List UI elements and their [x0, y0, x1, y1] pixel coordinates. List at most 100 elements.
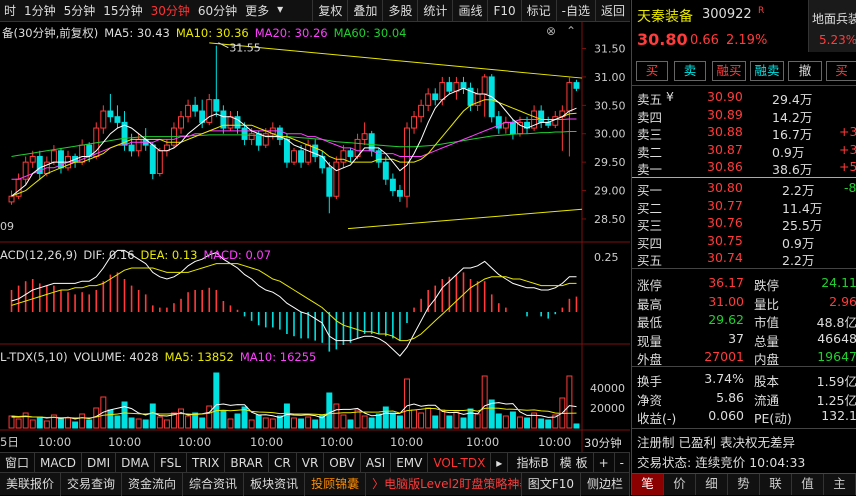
panel-tab-4[interactable]: 联 — [760, 474, 792, 495]
panel-tab-6[interactable]: 主 — [824, 474, 856, 495]
chart-close-icon[interactable]: ⊗ — [546, 24, 556, 38]
more-dropdown-icon[interactable]: ▾ — [273, 2, 287, 19]
period-5[interactable]: 60分钟 — [194, 2, 241, 19]
indicator-tab-7[interactable]: CR — [269, 452, 297, 473]
trade-button-1[interactable]: 卖 — [674, 61, 706, 81]
candle-body — [432, 93, 439, 101]
period-3[interactable]: 15分钟 — [99, 2, 146, 19]
period-4[interactable]: 30分钟 — [147, 2, 194, 19]
toolbar-button-7[interactable]: -自选 — [555, 0, 595, 22]
indicator-tab-8[interactable]: VR — [297, 452, 325, 473]
indicator-tab-11[interactable]: EMV — [391, 452, 429, 473]
peer-sector-box[interactable]: 地面兵装 5.23% — [808, 0, 856, 52]
candle-body — [241, 127, 248, 140]
bid-volume: 0.9万 — [782, 235, 815, 251]
bottom-link-4[interactable]: 板块资讯 — [244, 472, 306, 496]
toolbar-button-1[interactable]: 叠加 — [347, 0, 382, 22]
ask-row-5[interactable]: 卖五 ¥30.90 29.4万 — [632, 89, 856, 107]
kline-chart-area[interactable]: 31.50 31.00 30.50 30.00 29.50 29.00 28.50 31.55… — [0, 22, 630, 452]
indicator-tab-9[interactable]: OBV — [324, 452, 361, 473]
bottom-right-1[interactable]: 侧边栏 — [581, 472, 630, 496]
indicator-tab-1[interactable]: MACD — [35, 452, 82, 473]
ticker-label: 电脑版Level2盯盘策略神器 — [384, 476, 522, 491]
period-0[interactable]: 时 — [0, 2, 20, 19]
panel-tab-0[interactable]: 笔 — [632, 474, 664, 495]
ask-volume: 14.2万 — [772, 109, 813, 125]
left-price-label: 09 — [0, 220, 14, 233]
chart-tools: 复权 叠加 多股 统计 画线 F10 标记 -自选 返回 — [312, 0, 630, 22]
toolbar-button-3[interactable]: 统计 — [417, 0, 452, 22]
chart-collapse-icon[interactable]: ⌃ — [566, 24, 576, 38]
ask-label: 卖二 — [637, 144, 663, 160]
candle-body — [509, 121, 516, 135]
panel-tab-1[interactable]: 价 — [664, 474, 696, 495]
volume-bar — [206, 405, 213, 429]
period-tag[interactable]: 30分钟 — [584, 435, 622, 451]
trade-status-label: 交易状态: — [637, 455, 692, 470]
bottom-right-0[interactable]: 图文F10 — [522, 472, 581, 496]
quote-row: 最高 31.00 量比 2.96 — [632, 293, 856, 312]
bottom-link-5[interactable]: 投顾锦囊 — [305, 472, 367, 496]
stat-value: 27001 — [704, 349, 744, 364]
candle-body — [382, 161, 389, 180]
indicator-tab-10[interactable]: ASI — [361, 452, 392, 473]
indicator-tab-2[interactable]: DMI — [82, 452, 117, 473]
toolbar-button-4[interactable]: 画线 — [452, 0, 487, 22]
bid-row-3[interactable]: 买三 30.76 25.5万 — [632, 215, 856, 233]
bottom-link-1[interactable]: 交易查询 — [61, 472, 123, 496]
candle-body — [439, 82, 446, 101]
stat-value: 46648 — [817, 330, 856, 346]
indicator-control-1[interactable]: 模 板 — [555, 452, 594, 473]
ticker-arrow-icon: 〉 — [372, 476, 385, 491]
bid-row-1[interactable]: 买一 30.80 2.2万 -8 — [632, 180, 856, 198]
indicator-control-2[interactable]: + — [594, 452, 615, 473]
candle-body — [178, 116, 184, 129]
price-axis-label: 31.50 — [594, 43, 626, 56]
indicator-tab-6[interactable]: BRAR — [225, 452, 270, 473]
panel-tab-2[interactable]: 细 — [696, 474, 728, 495]
ask-volume: 38.6万 — [772, 162, 813, 177]
trade-button-4[interactable]: 撤 — [788, 61, 822, 81]
ask-row-1[interactable]: 卖一 30.86 38.6万 +52 — [632, 159, 856, 177]
ask-row-2[interactable]: 卖二 30.87 0.9万 +3 — [632, 142, 856, 160]
quote-row: 净资 5.86 流通 1.25亿 — [632, 389, 856, 408]
volume-bar — [149, 403, 156, 429]
indicator-tab-3[interactable]: DMA — [116, 452, 155, 473]
indicator-control-0[interactable]: 指标B — [512, 452, 555, 473]
panel-tabs: 笔价细势联值主 — [632, 473, 856, 495]
indicator-tab-12[interactable]: VOL-TDX — [428, 452, 492, 473]
trade-button-2[interactable]: 融买 — [712, 61, 746, 81]
toolbar-button-0[interactable]: 复权 — [312, 0, 347, 22]
period-6[interactable]: 更多 — [241, 2, 273, 19]
ask-row-4[interactable]: 卖四 30.89 14.2万 — [632, 107, 856, 125]
time-axis-label: 5日 — [0, 435, 19, 449]
stat-label: 涨停 — [637, 278, 663, 293]
toolbar-button-8[interactable]: 返回 — [594, 0, 630, 22]
panel-tab-5[interactable]: 值 — [792, 474, 824, 495]
bid-row-4[interactable]: 买四 30.75 0.9万 — [632, 233, 856, 251]
bid-row-5[interactable]: 买五 30.74 2.2万 — [632, 250, 856, 268]
bottom-link-3[interactable]: 综合资讯 — [183, 472, 245, 496]
toolbar-button-2[interactable]: 多股 — [382, 0, 417, 22]
toolbar-button-6[interactable]: 标记 — [520, 0, 556, 22]
bottom-link-2[interactable]: 资金流向 — [122, 472, 184, 496]
trade-status-time: 10:04:33 — [749, 455, 806, 470]
tab-scroll-icon[interactable]: ▸ — [491, 452, 509, 473]
bid-price: 30.77 — [707, 197, 743, 213]
bottom-link-0[interactable]: 美联报价 — [0, 472, 62, 496]
trade-button-5[interactable]: 买 — [826, 61, 856, 81]
indicator-tab-0[interactable]: 窗口 — [0, 452, 36, 473]
ask-row-3[interactable]: 卖三 30.88 16.7万 +3 — [632, 124, 856, 142]
period-2[interactable]: 5分钟 — [60, 2, 100, 19]
ticker-text[interactable]: 〉电脑版Level2盯盘策略神器 — [366, 472, 522, 496]
panel-tab-3[interactable]: 势 — [728, 474, 760, 495]
indicator-control-3[interactable]: - — [615, 452, 630, 473]
bid-row-2[interactable]: 买二 30.77 11.4万 — [632, 197, 856, 216]
indicator-tab-4[interactable]: FSL — [155, 452, 187, 473]
trade-button-3[interactable]: 融卖 — [750, 61, 784, 81]
toolbar-button-5[interactable]: F10 — [487, 0, 520, 22]
trade-button-0[interactable]: 买 — [636, 61, 668, 81]
volume-bar — [333, 403, 340, 429]
indicator-tab-5[interactable]: TRIX — [187, 452, 226, 473]
period-1[interactable]: 1分钟 — [20, 2, 60, 19]
